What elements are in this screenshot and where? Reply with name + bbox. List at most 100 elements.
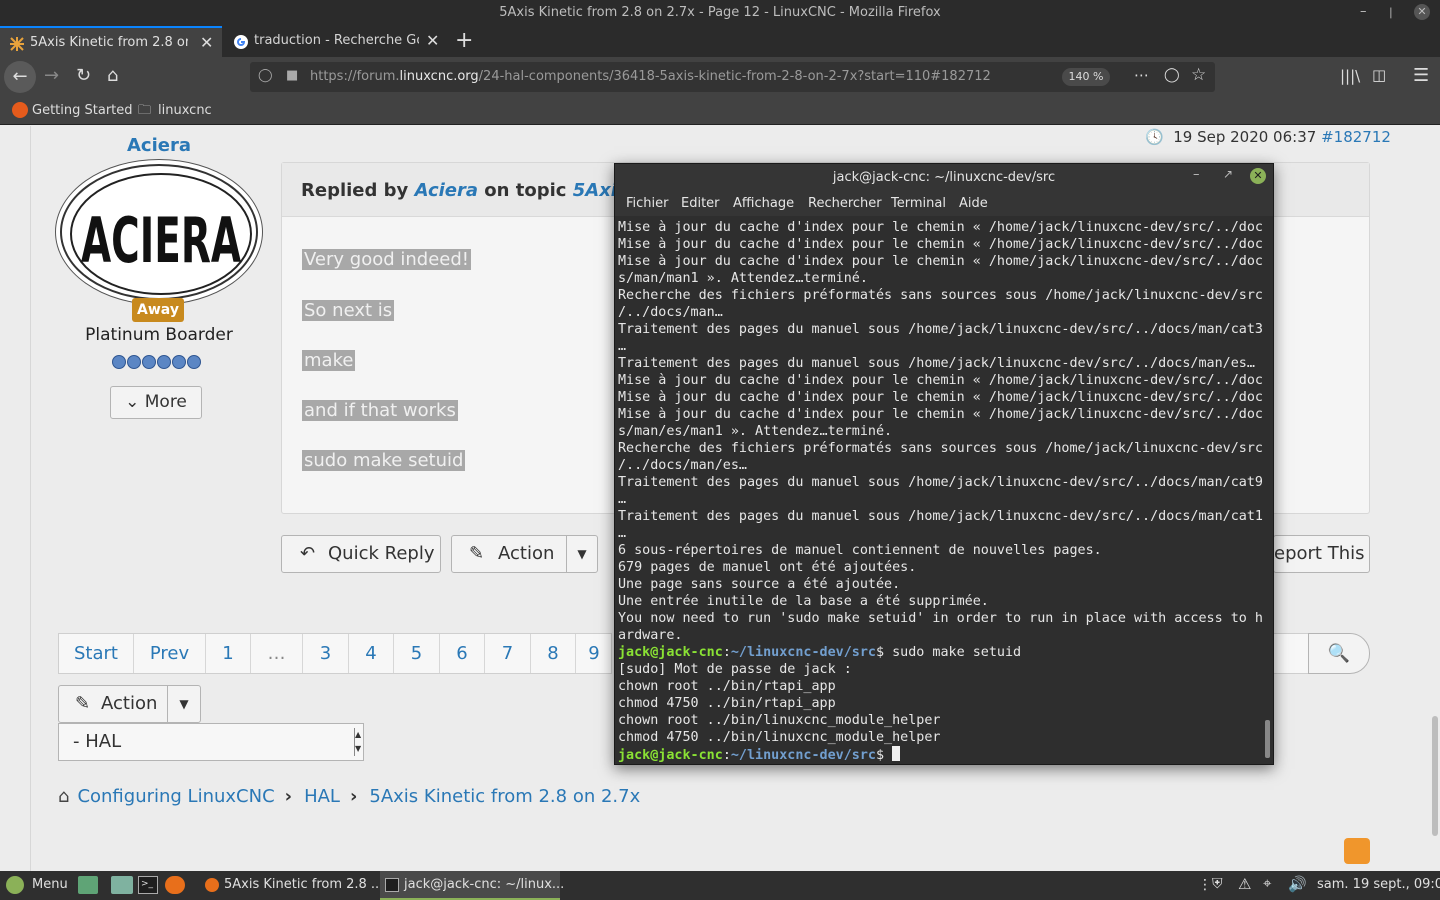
rank-dot xyxy=(172,355,186,369)
terminal-close-icon[interactable]: ✕ xyxy=(1250,168,1266,184)
menu-fichier[interactable]: Fichier xyxy=(626,196,669,211)
avatar[interactable]: ACIERA xyxy=(60,164,258,300)
page-8[interactable]: 8 xyxy=(531,634,576,673)
tab-google[interactable]: traduction - Recherche Goo ✕ xyxy=(224,26,446,57)
firefox-launcher-icon[interactable] xyxy=(165,876,185,894)
bookmark-star-icon[interactable]: ☆ xyxy=(1191,65,1206,85)
bottom-action-dropdown[interactable]: ▼ xyxy=(167,685,201,723)
bottom-action-label: Action xyxy=(101,693,158,714)
tab-close-icon[interactable]: ✕ xyxy=(426,31,439,50)
page-6[interactable]: 6 xyxy=(440,634,485,673)
terminal-line: chmod 4750 ../bin/linuxcnc_module_helper xyxy=(618,730,941,745)
page-9[interactable]: 9 xyxy=(576,634,612,673)
bookmark-getting-started[interactable]: Getting Started xyxy=(32,103,133,118)
wifi-icon[interactable]: ⌖ xyxy=(1263,874,1271,892)
tab-close-icon[interactable]: ✕ xyxy=(200,33,213,52)
terminal-titlebar[interactable]: jack@jack-cnc: ~/linuxcnc-dev/src – ↗ ✕ xyxy=(615,164,1273,190)
mint-menu-icon[interactable] xyxy=(6,876,24,894)
user-rank: Platinum Boarder xyxy=(85,325,233,345)
tab-forum[interactable]: 5Axis Kinetic from 2.8 on 2. ✕ xyxy=(0,26,222,57)
url-bar[interactable]: ◯ ■ https://forum.linuxcnc.org/24-hal-co… xyxy=(250,62,1215,92)
terminal-line: /../docs/man/es… xyxy=(618,458,747,473)
shield-icon[interactable]: ◯ xyxy=(258,68,273,83)
post-author[interactable]: Aciera xyxy=(60,135,258,156)
shield-tray-icon[interactable]: ⛨ xyxy=(1212,876,1223,892)
reply-icon: ↶ xyxy=(300,543,316,564)
page-start[interactable]: Start xyxy=(59,634,134,673)
terminal-window[interactable]: jack@jack-cnc: ~/linuxcnc-dev/src – ↗ ✕ … xyxy=(614,163,1274,765)
more-label: More xyxy=(144,392,187,412)
home-icon[interactable]: ⌂ xyxy=(58,786,69,807)
status-badge: Away xyxy=(132,298,184,322)
action-button[interactable]: ✎ Action xyxy=(451,535,567,573)
sidebar-icon[interactable]: ◫ xyxy=(1372,66,1386,84)
tab-label: traduction - Recherche Goo xyxy=(254,33,419,48)
page-5[interactable]: 5 xyxy=(394,634,440,673)
menu-aide[interactable]: Aide xyxy=(959,196,988,211)
update-tray-icon[interactable]: ⚠ xyxy=(1238,875,1251,893)
new-tab-icon[interactable]: + xyxy=(455,28,473,53)
search-icon: 🔍 xyxy=(1327,643,1351,664)
quick-reply-button[interactable]: ↶ Quick Reply xyxy=(281,535,441,573)
post-anchor-link[interactable]: #182712 xyxy=(1321,128,1391,146)
more-button[interactable]: ⌄ More xyxy=(110,386,202,419)
breadcrumb-item[interactable]: 5Axis Kinetic from 2.8 on 2.7x xyxy=(369,786,640,807)
menu-affichage[interactable]: Affichage xyxy=(733,196,794,211)
logo-text: ACIERA xyxy=(81,204,241,277)
category-select[interactable]: - HAL ▲ ▼ xyxy=(58,723,364,761)
url-text[interactable]: https://forum.linuxcnc.org/24-hal-compon… xyxy=(310,69,991,84)
page-scrollbar[interactable] xyxy=(1432,716,1438,836)
taskbar-window-terminal[interactable]: jack@jack-cnc: ~/linux... xyxy=(380,871,564,900)
reload-icon[interactable]: ↻ xyxy=(76,65,91,86)
page-7[interactable]: 7 xyxy=(485,634,531,673)
menu-terminal[interactable]: Terminal xyxy=(891,196,946,211)
minimize-icon[interactable]: – xyxy=(1360,4,1367,19)
select-arrows-icon: ▲ ▼ xyxy=(354,728,362,756)
terminal-scrollbar[interactable] xyxy=(1265,720,1270,758)
zoom-level[interactable]: 140 % xyxy=(1062,68,1110,86)
terminal-line: /../docs/man… xyxy=(618,305,723,320)
header-author-link[interactable]: Aciera xyxy=(415,180,478,201)
terminal-line: Mise à jour du cache d'index pour le che… xyxy=(618,407,1263,422)
terminal-line: Traitement des pages du manuel sous /hom… xyxy=(618,356,1255,371)
page-1[interactable]: 1 xyxy=(206,634,251,673)
terminal-launcher-icon[interactable]: >_ xyxy=(138,876,158,894)
clock[interactable]: sam. 19 sept., 09:03 xyxy=(1317,877,1440,892)
volume-icon[interactable]: 🔊 xyxy=(1288,875,1307,893)
back-icon[interactable]: ← xyxy=(4,61,36,93)
terminal-prompt-line[interactable]: jack@jack-cnc:~/linuxcnc-dev/src$ xyxy=(618,746,1263,763)
lock-icon[interactable]: ■ xyxy=(286,68,298,83)
forward-icon[interactable]: → xyxy=(44,65,59,86)
page-3[interactable]: 3 xyxy=(303,634,349,673)
library-icon[interactable]: |||\ xyxy=(1340,67,1360,85)
bookmark-linuxcnc[interactable]: linuxcnc xyxy=(158,103,212,118)
menu-editer[interactable]: Editer xyxy=(681,196,720,211)
maximize-icon[interactable]: ∣ xyxy=(1388,6,1394,19)
files-icon[interactable] xyxy=(111,876,133,894)
breadcrumb-separator-icon: › xyxy=(349,786,358,807)
report-button[interactable]: eport This xyxy=(1273,535,1370,573)
breadcrumb-separator-icon: › xyxy=(284,786,293,807)
menu-rechercher[interactable]: Rechercher xyxy=(808,196,882,211)
rank-dot xyxy=(187,355,201,369)
page-actions-icon[interactable]: ⋯ xyxy=(1134,66,1149,84)
close-icon[interactable]: ✕ xyxy=(1414,4,1430,20)
show-desktop-icon[interactable] xyxy=(78,876,98,894)
page-4[interactable]: 4 xyxy=(349,634,394,673)
terminal-maximize-icon[interactable]: ↗ xyxy=(1223,167,1233,181)
rss-icon[interactable] xyxy=(1344,838,1370,864)
menu-button[interactable]: Menu xyxy=(32,877,68,892)
search-button[interactable]: 🔍 xyxy=(1308,633,1370,674)
terminal-output[interactable]: Mise à jour du cache d'index pour le che… xyxy=(615,216,1263,764)
breadcrumb-item[interactable]: HAL xyxy=(304,786,340,807)
page-prev[interactable]: Prev xyxy=(134,634,206,673)
pocket-icon[interactable]: ◯ xyxy=(1164,67,1180,83)
breadcrumb-item[interactable]: Configuring LinuxCNC xyxy=(77,786,274,807)
bottom-action-button[interactable]: ✎ Action xyxy=(58,685,168,723)
home-icon[interactable]: ⌂ xyxy=(107,65,118,86)
action-dropdown-toggle[interactable]: ▼ xyxy=(566,535,598,573)
hamburger-menu-icon[interactable]: ☰ xyxy=(1413,65,1429,86)
search-input[interactable] xyxy=(1270,633,1310,674)
terminal-minimize-icon[interactable]: – xyxy=(1193,167,1200,182)
taskbar-window-firefox[interactable]: 5Axis Kinetic from 2.8 ... xyxy=(200,871,383,900)
